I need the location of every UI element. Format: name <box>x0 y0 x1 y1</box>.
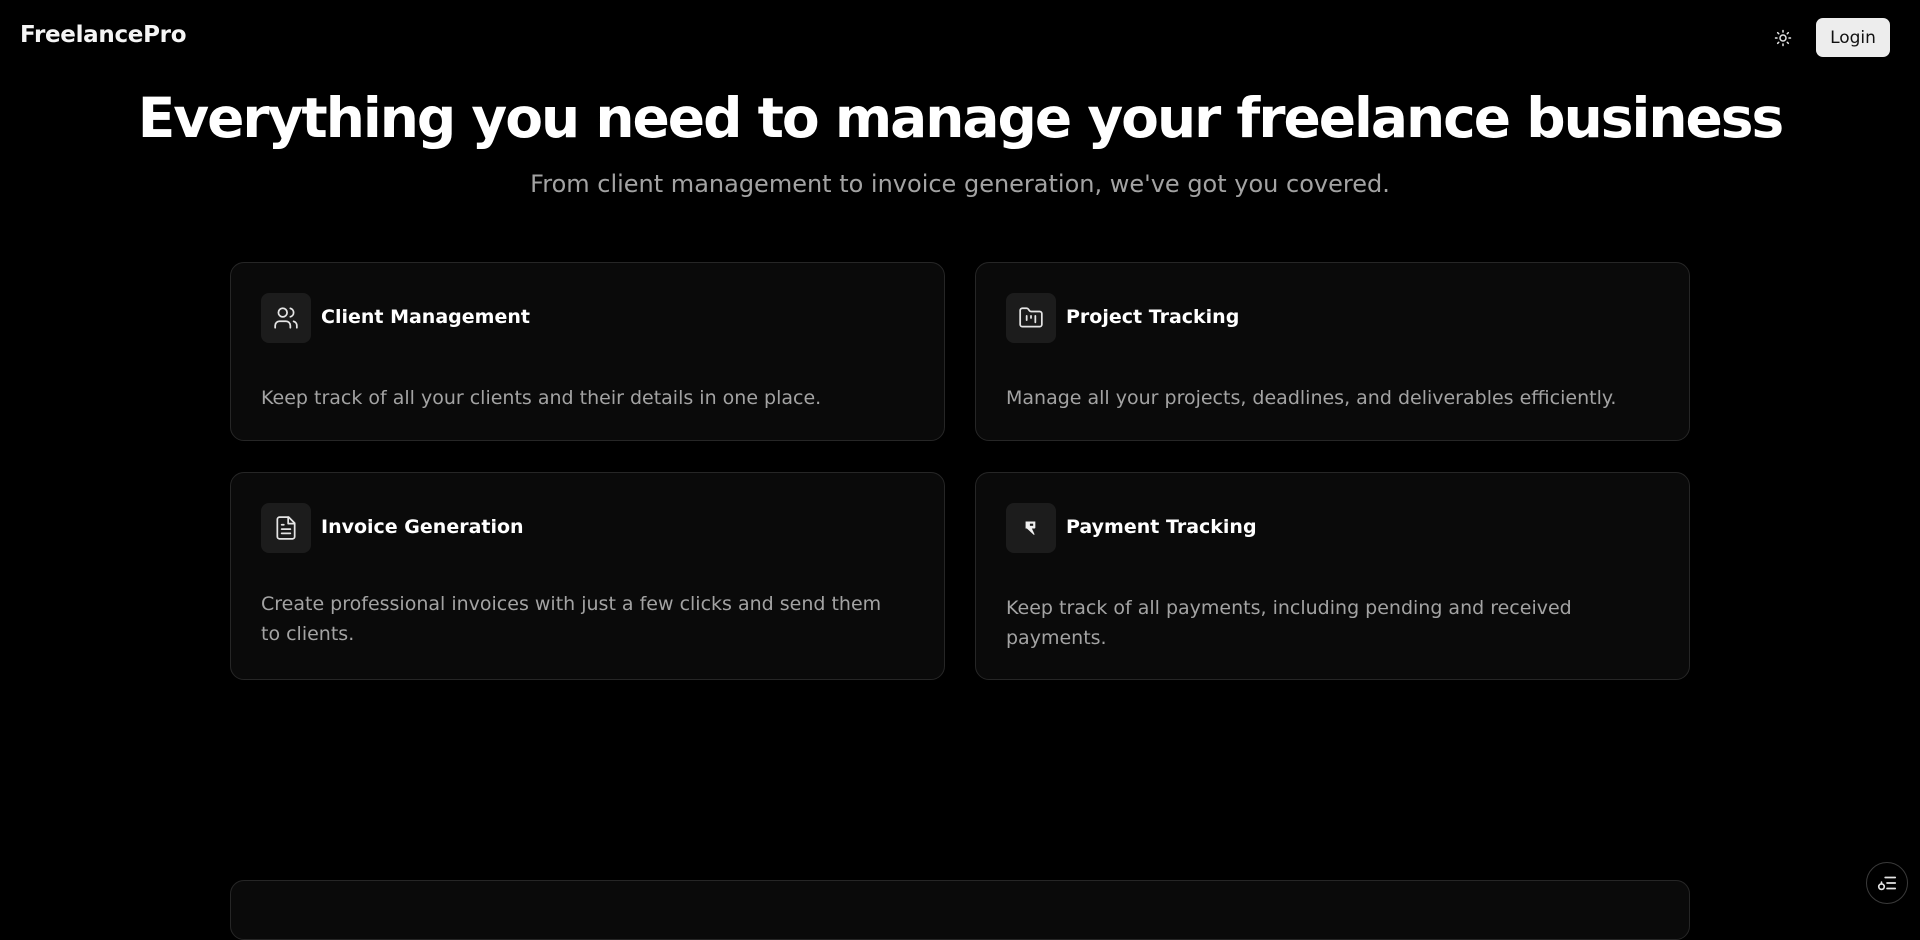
card-icon-container <box>261 503 311 553</box>
feature-card-invoice-generation: Invoice Generation Create professional i… <box>230 472 945 680</box>
card-title: Client Management <box>321 306 530 328</box>
users-icon <box>274 307 298 329</box>
file-text-icon <box>276 516 296 540</box>
login-button[interactable]: Login <box>1816 18 1890 57</box>
hero-title: Everything you need to manage your freel… <box>137 86 1785 150</box>
card-description: Create professional invoices with just a… <box>261 593 882 645</box>
brand-logo[interactable]: FreelancePro <box>20 22 187 48</box>
card-description: Manage all your projects, deadlines, and… <box>1006 387 1617 409</box>
card-title: Payment Tracking <box>1066 516 1257 538</box>
card-title: Project Tracking <box>1066 306 1240 328</box>
navbar: FreelancePro Login <box>0 0 1920 76</box>
theme-toggle-button[interactable] <box>1769 24 1797 52</box>
hero-subtitle: From client management to invoice genera… <box>530 170 1390 198</box>
settings-list-icon <box>1877 876 1897 891</box>
card-title: Invoice Generation <box>321 516 524 538</box>
floating-settings-button[interactable] <box>1866 862 1908 904</box>
feature-card-payment-tracking: Payment Tracking Keep track of all payme… <box>975 472 1690 680</box>
sun-icon <box>1774 29 1792 47</box>
next-section-card <box>230 880 1690 940</box>
payment-icon <box>1025 521 1036 535</box>
feature-card-project-tracking: Project Tracking Manage all your project… <box>975 262 1690 441</box>
card-icon-container <box>261 293 311 343</box>
card-description: Keep track of all payments, including pe… <box>1006 597 1572 649</box>
feature-card-client-management: Client Management Keep track of all your… <box>230 262 945 441</box>
card-description: Keep track of all your clients and their… <box>261 387 822 409</box>
card-icon-container <box>1006 293 1056 343</box>
card-icon-container <box>1006 503 1056 553</box>
folder-chart-icon <box>1019 307 1043 328</box>
